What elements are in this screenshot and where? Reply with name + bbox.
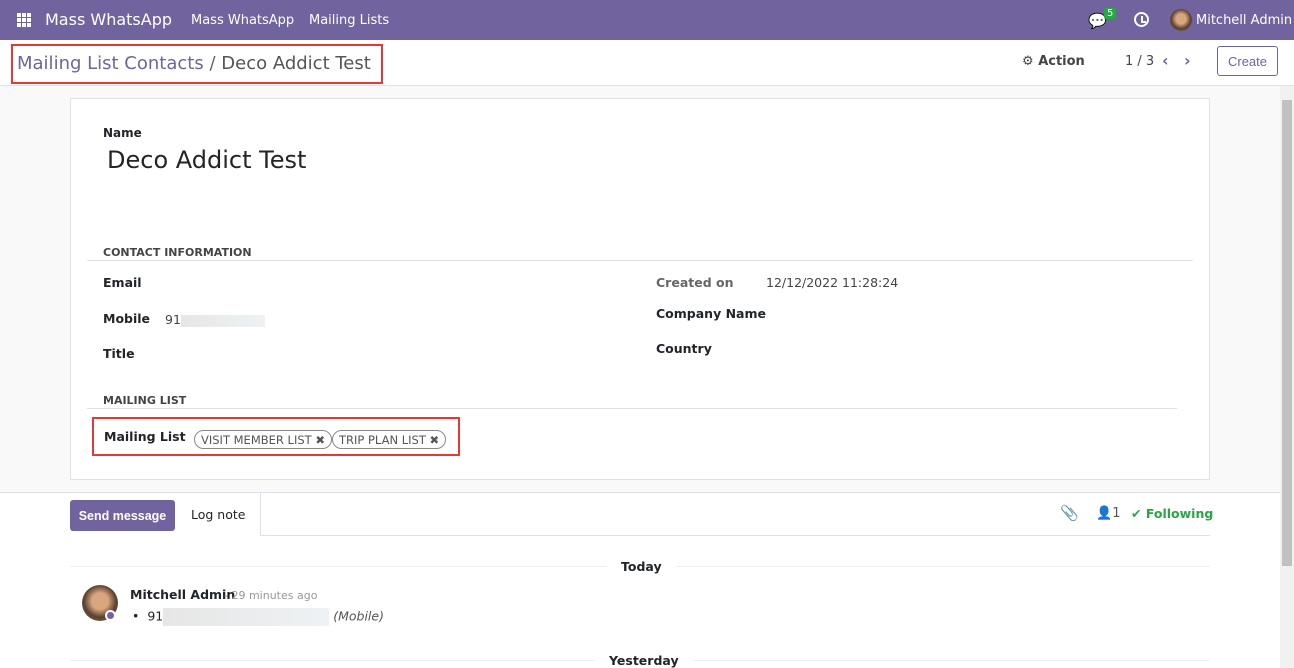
menu-mailing-lists[interactable]: Mailing Lists bbox=[309, 13, 389, 28]
date-yesterday: Yesterday bbox=[595, 653, 693, 668]
breadcrumb: Mailing List Contacts / Deco Addict Test bbox=[11, 44, 383, 84]
divider bbox=[87, 408, 1177, 409]
menu-mass-whatsapp[interactable]: Mass WhatsApp bbox=[191, 13, 294, 28]
app-name[interactable]: Mass WhatsApp bbox=[45, 10, 172, 29]
log-note-button[interactable]: Log note bbox=[191, 507, 245, 522]
action-menu[interactable]: ⚙ Action bbox=[1022, 54, 1085, 69]
chatter: Send message Log note 📎 👤1 ✔ Following T… bbox=[0, 492, 1280, 668]
user-name[interactable]: Mitchell Admin bbox=[1196, 13, 1292, 28]
message-author[interactable]: Mitchell Admin bbox=[130, 587, 235, 602]
pager-value[interactable]: 1 / 3 bbox=[1125, 54, 1154, 69]
message-time: - 29 minutes ago bbox=[224, 589, 318, 602]
messages-badge: 5 bbox=[1104, 8, 1117, 19]
message-suffix: (Mobile) bbox=[333, 608, 384, 624]
tag-trip-plan-list: TRIP PLAN LIST ✖ bbox=[332, 430, 447, 449]
control-panel: Mailing List Contacts / Deco Addict Test… bbox=[0, 40, 1294, 86]
company-name-label: Company Name bbox=[656, 306, 766, 321]
mailing-section-title: Mailing List bbox=[103, 394, 187, 407]
breadcrumb-current: Deco Addict Test bbox=[221, 53, 371, 74]
paperclip-icon[interactable]: 📎 bbox=[1060, 504, 1079, 522]
created-on-value: 12/12/2022 11:28:24 bbox=[766, 275, 899, 290]
mailing-list-highlight: Mailing List VISIT MEMBER LIST ✖ TRIP PL… bbox=[92, 417, 460, 456]
apps-menu-icon[interactable] bbox=[17, 13, 31, 27]
mobile-label: Mobile bbox=[103, 311, 151, 326]
name-label: Name bbox=[103, 126, 142, 140]
divider bbox=[87, 260, 1193, 261]
action-label: Action bbox=[1038, 54, 1085, 69]
send-message-button[interactable]: Send message bbox=[70, 500, 175, 531]
create-button[interactable]: Create bbox=[1217, 46, 1278, 76]
redacted-number bbox=[163, 608, 330, 626]
user-avatar[interactable] bbox=[1170, 9, 1192, 31]
form-view: Name Deco Addict Test Contact Informatio… bbox=[0, 86, 1280, 492]
scrollbar[interactable] bbox=[1280, 86, 1294, 668]
tag-visit-member-list: VISIT MEMBER LIST ✖ bbox=[194, 430, 332, 449]
following-button[interactable]: ✔ Following bbox=[1131, 506, 1213, 521]
date-today: Today bbox=[607, 559, 676, 574]
remove-tag-icon[interactable]: ✖ bbox=[315, 433, 325, 447]
breadcrumb-parent[interactable]: Mailing List Contacts bbox=[17, 53, 204, 74]
user-icon: 👤 bbox=[1096, 506, 1113, 521]
message-value: 91 bbox=[147, 608, 164, 624]
email-label: Email bbox=[103, 275, 142, 290]
remove-tag-icon[interactable]: ✖ bbox=[430, 433, 440, 447]
mailing-list-label: Mailing List bbox=[104, 429, 186, 444]
created-on-label: Created on bbox=[656, 275, 734, 290]
contact-section-title: Contact Information bbox=[103, 246, 252, 259]
form-sheet: Name Deco Addict Test Contact Informatio… bbox=[70, 98, 1210, 480]
country-label: Country bbox=[656, 341, 712, 356]
mobile-value: 91 bbox=[165, 312, 181, 327]
followers-count: 1 bbox=[1112, 506, 1121, 521]
online-status-icon bbox=[105, 610, 116, 621]
chevron-left-icon[interactable]: ‹ bbox=[1162, 51, 1169, 70]
redacted-number bbox=[180, 314, 265, 327]
breadcrumb-separator: / bbox=[209, 53, 216, 74]
chevron-right-icon[interactable]: › bbox=[1184, 51, 1191, 70]
name-field[interactable]: Deco Addict Test bbox=[107, 146, 306, 174]
following-label: Following bbox=[1145, 506, 1214, 521]
scrollbar-thumb[interactable] bbox=[1282, 100, 1292, 566]
tag-label: VISIT MEMBER LIST bbox=[201, 433, 312, 447]
gear-icon: ⚙ bbox=[1022, 54, 1034, 69]
check-icon: ✔ bbox=[1131, 506, 1142, 521]
title-label: Title bbox=[103, 346, 135, 361]
top-navbar: Mass WhatsApp Mass WhatsApp Mailing List… bbox=[0, 0, 1294, 40]
tag-label: TRIP PLAN LIST bbox=[339, 433, 426, 447]
message-body: • 91 (Mobile) bbox=[132, 608, 384, 626]
followers-button[interactable]: 👤1 bbox=[1096, 506, 1120, 521]
activity-clock-icon[interactable] bbox=[1134, 12, 1149, 27]
mobile-field[interactable]: 91 bbox=[165, 312, 265, 327]
